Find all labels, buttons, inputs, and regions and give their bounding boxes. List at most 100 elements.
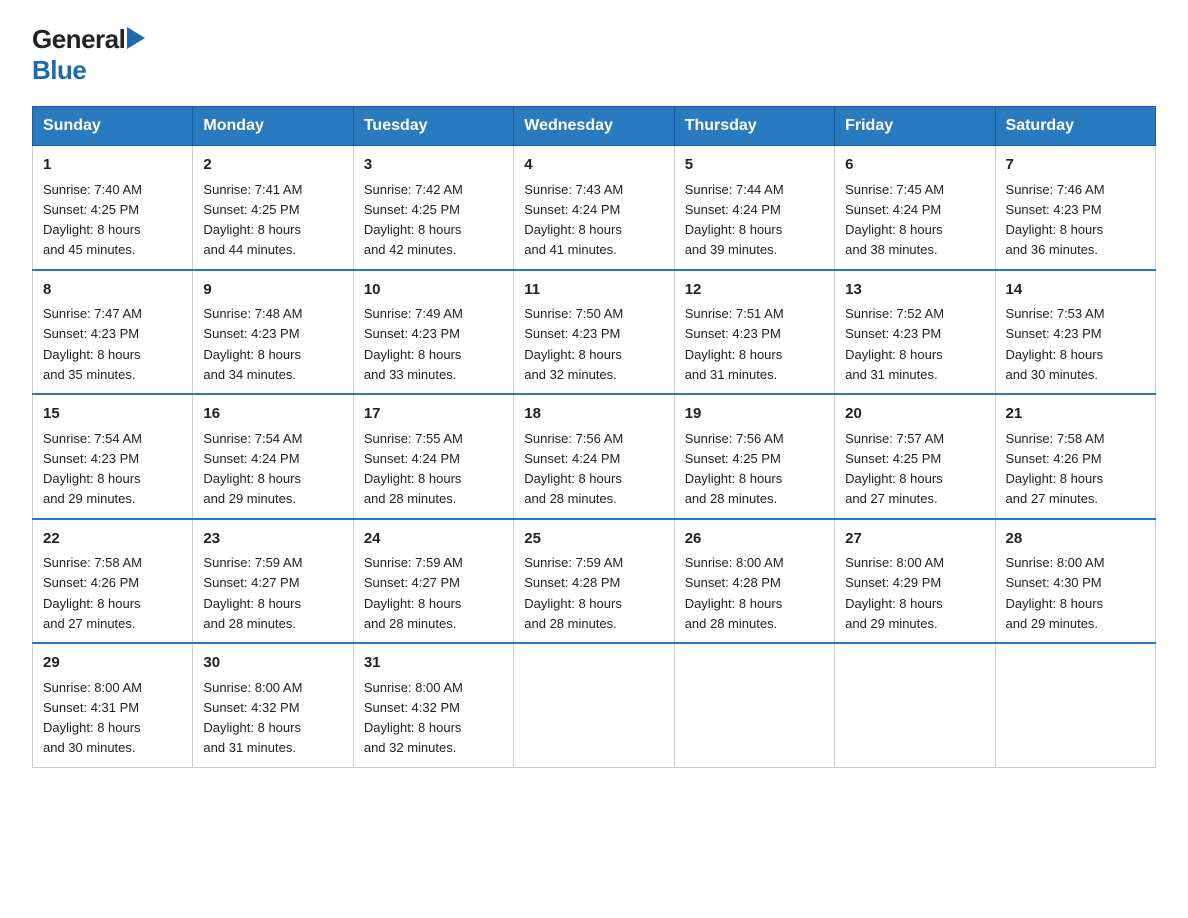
calendar-cell: 8 Sunrise: 7:47 AM Sunset: 4:23 PM Dayli… [33,270,193,395]
day-number: 30 [203,652,342,675]
day-number: 15 [43,403,182,426]
day-info: Sunrise: 8:00 AM Sunset: 4:29 PM Dayligh… [845,555,944,631]
col-header-monday: Monday [193,107,353,146]
logo-arrow-icon [127,27,145,54]
day-info: Sunrise: 7:51 AM Sunset: 4:23 PM Dayligh… [685,306,784,382]
day-info: Sunrise: 7:42 AM Sunset: 4:25 PM Dayligh… [364,182,463,258]
calendar-cell: 30 Sunrise: 8:00 AM Sunset: 4:32 PM Dayl… [193,643,353,767]
calendar-cell: 1 Sunrise: 7:40 AM Sunset: 4:25 PM Dayli… [33,146,193,270]
day-info: Sunrise: 7:53 AM Sunset: 4:23 PM Dayligh… [1006,306,1105,382]
day-number: 11 [524,279,663,302]
calendar-week-row: 29 Sunrise: 8:00 AM Sunset: 4:31 PM Dayl… [33,643,1156,767]
day-number: 4 [524,154,663,177]
calendar-cell: 5 Sunrise: 7:44 AM Sunset: 4:24 PM Dayli… [674,146,834,270]
col-header-sunday: Sunday [33,107,193,146]
calendar-cell: 17 Sunrise: 7:55 AM Sunset: 4:24 PM Dayl… [353,394,513,519]
calendar-cell: 31 Sunrise: 8:00 AM Sunset: 4:32 PM Dayl… [353,643,513,767]
logo: General Blue [32,24,145,86]
day-number: 22 [43,528,182,551]
day-info: Sunrise: 7:50 AM Sunset: 4:23 PM Dayligh… [524,306,623,382]
day-info: Sunrise: 7:59 AM Sunset: 4:27 PM Dayligh… [203,555,302,631]
day-number: 28 [1006,528,1145,551]
calendar-cell: 9 Sunrise: 7:48 AM Sunset: 4:23 PM Dayli… [193,270,353,395]
day-info: Sunrise: 7:58 AM Sunset: 4:26 PM Dayligh… [43,555,142,631]
day-number: 9 [203,279,342,302]
logo-general-text: General [32,24,125,55]
calendar-cell: 12 Sunrise: 7:51 AM Sunset: 4:23 PM Dayl… [674,270,834,395]
calendar-cell [674,643,834,767]
day-info: Sunrise: 7:56 AM Sunset: 4:24 PM Dayligh… [524,431,623,507]
calendar-header-row: SundayMondayTuesdayWednesdayThursdayFrid… [33,107,1156,146]
day-number: 7 [1006,154,1145,177]
calendar-cell: 29 Sunrise: 8:00 AM Sunset: 4:31 PM Dayl… [33,643,193,767]
day-number: 12 [685,279,824,302]
day-info: Sunrise: 7:43 AM Sunset: 4:24 PM Dayligh… [524,182,623,258]
calendar-cell [995,643,1155,767]
day-number: 1 [43,154,182,177]
day-number: 3 [364,154,503,177]
day-info: Sunrise: 7:48 AM Sunset: 4:23 PM Dayligh… [203,306,302,382]
calendar-cell: 2 Sunrise: 7:41 AM Sunset: 4:25 PM Dayli… [193,146,353,270]
calendar-week-row: 15 Sunrise: 7:54 AM Sunset: 4:23 PM Dayl… [33,394,1156,519]
calendar-cell: 24 Sunrise: 7:59 AM Sunset: 4:27 PM Dayl… [353,519,513,644]
calendar-cell: 7 Sunrise: 7:46 AM Sunset: 4:23 PM Dayli… [995,146,1155,270]
day-info: Sunrise: 7:59 AM Sunset: 4:27 PM Dayligh… [364,555,463,631]
page-header: General Blue [32,24,1156,86]
calendar-cell: 16 Sunrise: 7:54 AM Sunset: 4:24 PM Dayl… [193,394,353,519]
col-header-friday: Friday [835,107,995,146]
day-info: Sunrise: 7:54 AM Sunset: 4:23 PM Dayligh… [43,431,142,507]
col-header-tuesday: Tuesday [353,107,513,146]
calendar-week-row: 22 Sunrise: 7:58 AM Sunset: 4:26 PM Dayl… [33,519,1156,644]
day-number: 17 [364,403,503,426]
col-header-thursday: Thursday [674,107,834,146]
day-number: 8 [43,279,182,302]
day-info: Sunrise: 7:47 AM Sunset: 4:23 PM Dayligh… [43,306,142,382]
day-info: Sunrise: 8:00 AM Sunset: 4:28 PM Dayligh… [685,555,784,631]
logo-blue-text: Blue [32,55,86,85]
day-info: Sunrise: 7:40 AM Sunset: 4:25 PM Dayligh… [43,182,142,258]
calendar-cell: 20 Sunrise: 7:57 AM Sunset: 4:25 PM Dayl… [835,394,995,519]
day-info: Sunrise: 7:44 AM Sunset: 4:24 PM Dayligh… [685,182,784,258]
day-number: 21 [1006,403,1145,426]
day-number: 25 [524,528,663,551]
calendar-table: SundayMondayTuesdayWednesdayThursdayFrid… [32,106,1156,768]
calendar-week-row: 1 Sunrise: 7:40 AM Sunset: 4:25 PM Dayli… [33,146,1156,270]
calendar-cell: 14 Sunrise: 7:53 AM Sunset: 4:23 PM Dayl… [995,270,1155,395]
calendar-cell: 18 Sunrise: 7:56 AM Sunset: 4:24 PM Dayl… [514,394,674,519]
calendar-cell: 23 Sunrise: 7:59 AM Sunset: 4:27 PM Dayl… [193,519,353,644]
day-info: Sunrise: 7:56 AM Sunset: 4:25 PM Dayligh… [685,431,784,507]
calendar-cell: 10 Sunrise: 7:49 AM Sunset: 4:23 PM Dayl… [353,270,513,395]
day-number: 27 [845,528,984,551]
day-number: 16 [203,403,342,426]
calendar-cell: 26 Sunrise: 8:00 AM Sunset: 4:28 PM Dayl… [674,519,834,644]
day-number: 23 [203,528,342,551]
day-number: 13 [845,279,984,302]
calendar-cell: 11 Sunrise: 7:50 AM Sunset: 4:23 PM Dayl… [514,270,674,395]
day-number: 19 [685,403,824,426]
calendar-cell [835,643,995,767]
calendar-cell: 3 Sunrise: 7:42 AM Sunset: 4:25 PM Dayli… [353,146,513,270]
day-number: 29 [43,652,182,675]
day-info: Sunrise: 7:49 AM Sunset: 4:23 PM Dayligh… [364,306,463,382]
calendar-cell [514,643,674,767]
calendar-cell: 13 Sunrise: 7:52 AM Sunset: 4:23 PM Dayl… [835,270,995,395]
day-number: 26 [685,528,824,551]
calendar-cell: 4 Sunrise: 7:43 AM Sunset: 4:24 PM Dayli… [514,146,674,270]
day-number: 2 [203,154,342,177]
day-info: Sunrise: 7:41 AM Sunset: 4:25 PM Dayligh… [203,182,302,258]
day-info: Sunrise: 7:58 AM Sunset: 4:26 PM Dayligh… [1006,431,1105,507]
calendar-week-row: 8 Sunrise: 7:47 AM Sunset: 4:23 PM Dayli… [33,270,1156,395]
day-number: 31 [364,652,503,675]
day-info: Sunrise: 7:55 AM Sunset: 4:24 PM Dayligh… [364,431,463,507]
day-number: 5 [685,154,824,177]
day-number: 18 [524,403,663,426]
day-info: Sunrise: 7:52 AM Sunset: 4:23 PM Dayligh… [845,306,944,382]
day-number: 6 [845,154,984,177]
day-info: Sunrise: 8:00 AM Sunset: 4:32 PM Dayligh… [364,680,463,756]
calendar-cell: 25 Sunrise: 7:59 AM Sunset: 4:28 PM Dayl… [514,519,674,644]
day-info: Sunrise: 7:57 AM Sunset: 4:25 PM Dayligh… [845,431,944,507]
calendar-cell: 6 Sunrise: 7:45 AM Sunset: 4:24 PM Dayli… [835,146,995,270]
day-info: Sunrise: 8:00 AM Sunset: 4:31 PM Dayligh… [43,680,142,756]
day-info: Sunrise: 7:54 AM Sunset: 4:24 PM Dayligh… [203,431,302,507]
col-header-saturday: Saturday [995,107,1155,146]
